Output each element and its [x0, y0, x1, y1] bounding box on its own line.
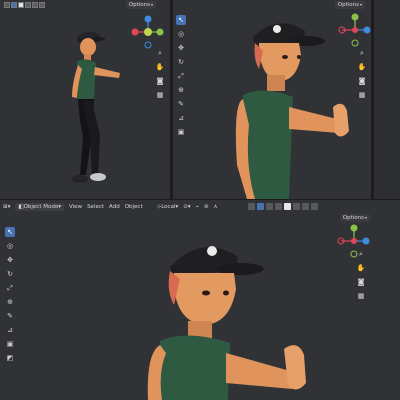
transform-icon[interactable]: ⊕	[5, 297, 15, 307]
cursor-icon[interactable]: ↖	[5, 227, 15, 237]
editor-type-icon[interactable]: ⊞▾	[3, 204, 10, 210]
add-cube-icon[interactable]: ▣	[5, 339, 15, 349]
scale-icon[interactable]: ⤢	[176, 71, 186, 81]
menu-object[interactable]: Object	[125, 204, 143, 210]
chevron-down-icon: ▾	[150, 2, 153, 7]
chevron-down-icon: ▾	[359, 2, 362, 7]
move-icon[interactable]: ✥	[176, 43, 186, 53]
side-panel-strip[interactable]	[374, 0, 400, 199]
pan-hand-icon[interactable]: ✋	[155, 62, 165, 72]
pan-hand-icon[interactable]: ✋	[357, 62, 367, 72]
zoom-icon[interactable]: ⌕	[356, 249, 366, 259]
menu-view[interactable]: View	[69, 204, 82, 210]
gizmo-z-axis[interactable]	[362, 237, 370, 245]
chevron-down-icon: ▾	[58, 203, 61, 210]
character-close-up	[147, 246, 306, 400]
mode-dropdown[interactable]: ◧ Object Mode ▾	[15, 202, 64, 211]
options-dropdown[interactable]: Options▾	[125, 1, 156, 9]
character-upper-body	[235, 23, 349, 199]
gizmo-neg-x-axis[interactable]	[131, 28, 139, 36]
zoom-icon[interactable]: ⌕	[155, 48, 165, 58]
rotate-icon[interactable]: ↻	[5, 269, 15, 279]
shading-material-icon[interactable]	[301, 203, 309, 210]
proportional-edit-icon[interactable]: ⊚	[204, 204, 209, 210]
snap-icon[interactable]: ⌁	[196, 204, 199, 210]
gizmo-toggle-icon[interactable]	[256, 203, 264, 210]
transform-icon[interactable]: ⊕	[176, 85, 186, 95]
select-invert-icon[interactable]	[32, 2, 38, 8]
select-mode-icon[interactable]	[11, 2, 17, 8]
options-label: Options	[337, 2, 359, 8]
cursor-icon[interactable]: ↖	[176, 15, 186, 25]
select-extend-icon[interactable]	[18, 2, 24, 8]
annotate-icon[interactable]: ✎	[5, 311, 15, 321]
options-label: Options	[128, 2, 150, 8]
gizmo-y-axis[interactable]	[156, 28, 164, 36]
zoom-icon[interactable]: ⌕	[357, 48, 367, 58]
measure-icon[interactable]: ⊿	[5, 325, 15, 335]
pivot-point-icon[interactable]: ⊙▾	[183, 204, 190, 210]
measure-icon[interactable]: ⊿	[176, 113, 186, 123]
camera-icon[interactable]: ◙	[356, 277, 366, 287]
chevron-down-icon: ▾	[364, 215, 367, 220]
menu-add[interactable]: Add	[109, 204, 120, 210]
gizmo-z-axis[interactable]	[144, 15, 152, 23]
scale-icon[interactable]: ⤢	[5, 283, 15, 293]
3d-cursor-icon[interactable]: ◎	[5, 241, 15, 251]
camera-icon[interactable]: ◙	[155, 76, 165, 86]
move-icon[interactable]: ✥	[5, 255, 15, 265]
pan-hand-icon[interactable]: ✋	[356, 263, 366, 273]
xray-icon[interactable]	[274, 203, 282, 210]
gizmo-z-axis[interactable]	[363, 26, 371, 34]
menu-select[interactable]: Select	[87, 204, 104, 210]
camera-icon[interactable]: ◙	[357, 76, 367, 86]
transform-orientation-dropdown[interactable]: ⊹ Local ▾	[157, 204, 179, 210]
shading-rendered-icon[interactable]	[310, 203, 318, 210]
extra-tool-icon[interactable]: ◩	[5, 353, 15, 363]
select-intersect-icon[interactable]	[39, 2, 45, 8]
grid-icon[interactable]: ▦	[155, 90, 165, 100]
gizmo-y-axis[interactable]	[350, 224, 358, 232]
viewport-header-bar: ⊞▾ ◧ Object Mode ▾ View Select Add Objec…	[0, 200, 400, 214]
falloff-icon[interactable]: ∧	[214, 204, 218, 210]
viewport-top-right[interactable]: Options▾ ↖ ◎ ✥ ↻ ⤢ ⊕ ✎ ⊿ ▣ ⌕ ✋ ◙ ▦	[173, 0, 371, 199]
grid-icon[interactable]: ▦	[357, 90, 367, 100]
3d-cursor-icon[interactable]: ◎	[176, 29, 186, 39]
options-dropdown[interactable]: Options▾	[339, 214, 370, 222]
add-cube-icon[interactable]: ▣	[176, 127, 186, 137]
chevron-down-icon: ▾	[175, 203, 179, 210]
select-subtract-icon[interactable]	[25, 2, 31, 8]
overlays-icon[interactable]	[265, 203, 273, 210]
annotate-icon[interactable]: ✎	[176, 99, 186, 109]
options-label: Options	[342, 215, 364, 221]
mode-label: Object Mode	[23, 203, 59, 210]
visibility-icon[interactable]	[247, 203, 255, 210]
character-full-body	[72, 31, 120, 183]
shading-wireframe-icon[interactable]	[283, 203, 291, 210]
navigation-gizmo[interactable]	[130, 14, 166, 50]
gizmo-x-axis[interactable]	[144, 41, 152, 49]
view-toggle-icon[interactable]	[4, 2, 10, 8]
orientation-label: Local	[161, 203, 176, 210]
shading-solid-icon[interactable]	[292, 203, 300, 210]
viewport-top-left[interactable]: Options▾ ⌕ ✋ ◙ ▦	[0, 0, 170, 199]
rotate-icon[interactable]: ↻	[176, 57, 186, 67]
grid-icon[interactable]: ▦	[356, 291, 366, 301]
viewport-bottom[interactable]: Options▾ ↖ ◎ ✥ ↻ ⤢ ⊕ ✎ ⊿ ▣ ◩ ⌕ ✋ ◙ ▦	[0, 213, 400, 400]
options-dropdown[interactable]: Options▾	[334, 1, 365, 9]
